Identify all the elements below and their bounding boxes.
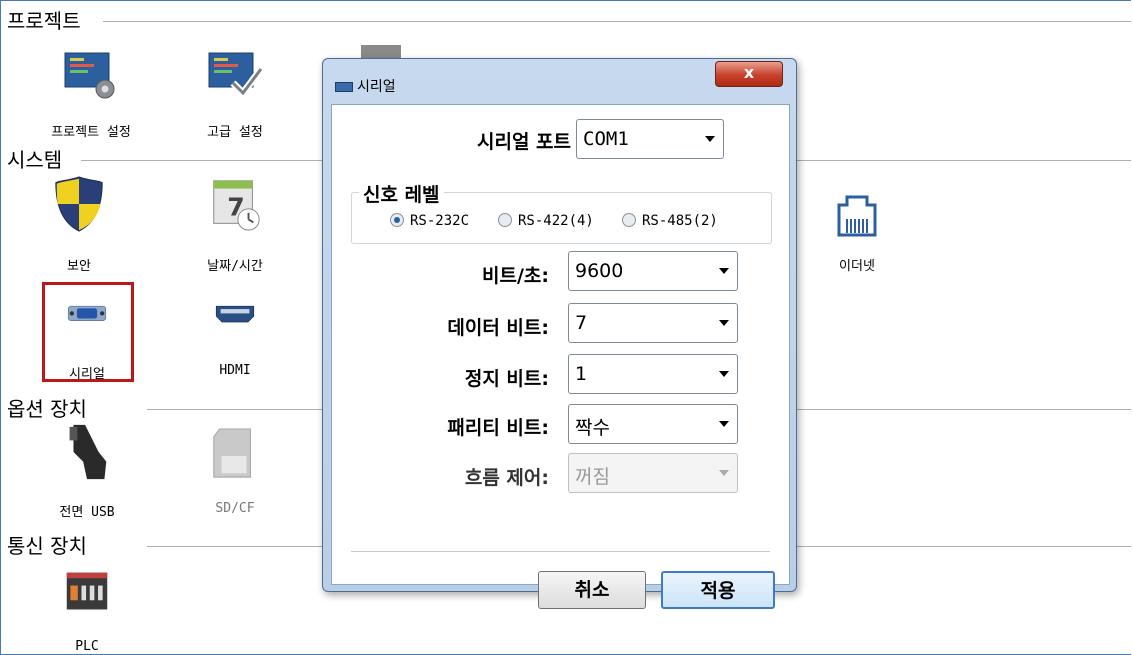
tile-label: 날짜/시간 [207, 259, 263, 274]
tile-label: PLC [75, 639, 99, 654]
cancel-button[interactable]: 취소 [538, 571, 646, 609]
section-header-comm: 통신 장치 [7, 534, 87, 558]
divider [351, 551, 770, 552]
radio-rs485[interactable]: RS-485(2) [622, 213, 718, 229]
parity-select[interactable]: 짝수 [568, 404, 738, 444]
serial-port-select[interactable]: COM1 [576, 119, 724, 159]
chevron-down-icon [705, 136, 715, 142]
chevron-down-icon [719, 371, 729, 377]
calendar-clock-icon: 7 [213, 180, 260, 231]
tile-label: HDMI [219, 363, 251, 378]
section-header-system: 시스템 [7, 148, 63, 172]
dialog-body: 시리얼 포트 COM1 신호 레벨 RS-232C RS-422(4) RS-4… [331, 104, 790, 609]
chevron-down-icon [719, 268, 729, 274]
serial-port-value: COM1 [583, 128, 629, 150]
chevron-down-icon [719, 421, 729, 427]
chevron-down-icon [719, 320, 729, 326]
tile-label: SD/CF [215, 501, 255, 516]
usb-plug-icon [69, 424, 107, 480]
radio-selected-icon [390, 213, 404, 227]
radio-label: RS-485(2) [642, 213, 718, 229]
baud-rate-select[interactable]: 9600 [568, 251, 738, 291]
radio-unselected-icon [622, 213, 636, 227]
data-bits-label: 데이터 비트: [447, 317, 549, 339]
flow-control-select: 꺼짐 [568, 453, 738, 493]
tile-label: 시리얼 [69, 367, 105, 382]
tile-label: 전면 USB [59, 505, 115, 520]
stop-bits-select[interactable]: 1 [568, 354, 738, 394]
tile-label: 프로젝트 설정 [51, 125, 131, 140]
tile-label: 이더넷 [839, 259, 875, 274]
serial-title-icon [335, 82, 353, 92]
radio-label: RS-232C [410, 213, 470, 229]
flow-control-value: 꺼짐 [575, 466, 610, 488]
flow-control-label: 흐름 제어: [464, 467, 549, 489]
serial-port-label: 시리얼 포트 [476, 131, 571, 153]
baud-rate-label: 비트/초: [482, 265, 549, 287]
radio-rs232c[interactable]: RS-232C [390, 213, 469, 229]
stop-bits-value: 1 [575, 363, 588, 385]
parity-label: 패리티 비트: [447, 417, 549, 439]
data-bits-select[interactable]: 7 [568, 303, 738, 343]
advanced-settings-icon [208, 52, 263, 99]
tile-label: 보안 [67, 259, 91, 274]
close-button[interactable]: x [715, 61, 783, 87]
section-header-project: 프로젝트 [7, 9, 81, 33]
chevron-down-icon [719, 470, 729, 476]
tile-label: 고급 설정 [207, 125, 263, 140]
data-bits-value: 7 [575, 312, 588, 334]
plc-device-icon [66, 572, 108, 610]
signal-level-label: 신호 레벨 [359, 180, 444, 207]
apply-button[interactable]: 적용 [661, 571, 775, 609]
stop-bits-label: 정지 비트: [464, 368, 549, 390]
shield-icon [55, 176, 103, 232]
radio-unselected-icon [498, 213, 512, 227]
project-settings-icon [64, 52, 115, 99]
hdmi-port-icon [215, 305, 255, 323]
hidden-tile-icon [361, 45, 401, 59]
dialog-title: 시리얼 [357, 79, 396, 95]
section-divider [103, 21, 1131, 22]
radio-label: RS-422(4) [518, 213, 594, 229]
serial-dialog: 시리얼 x 시리얼 포트 COM1 신호 레벨 RS-232C RS-422(4… [322, 58, 797, 609]
radio-rs422[interactable]: RS-422(4) [498, 213, 594, 229]
sd-card-icon [213, 428, 251, 478]
section-header-options: 옵션 장치 [7, 397, 87, 421]
serial-port-icon [67, 305, 107, 321]
baud-rate-value: 9600 [575, 260, 624, 282]
ethernet-port-icon [837, 195, 877, 237]
parity-value: 짝수 [575, 417, 610, 439]
